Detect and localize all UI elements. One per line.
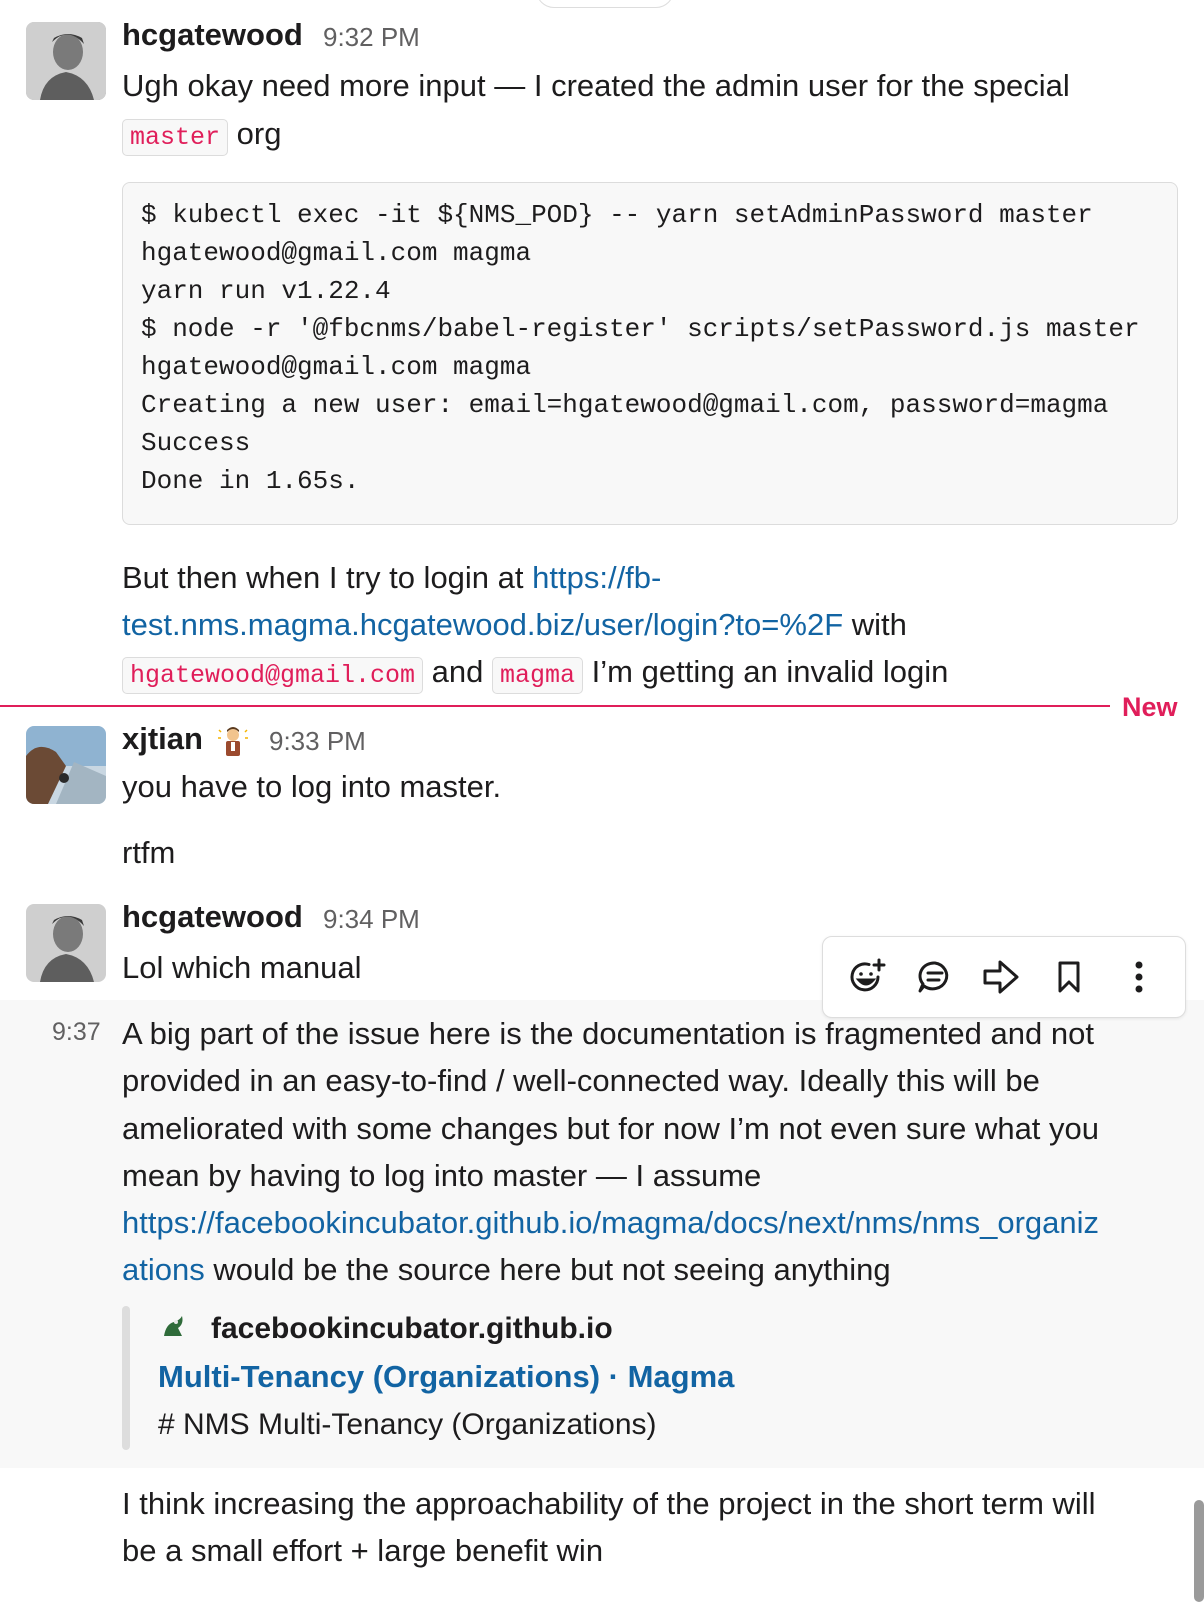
more-actions-icon[interactable]: [1119, 957, 1159, 997]
unfurl-description: # NMS Multi-Tenancy (Organizations): [158, 1408, 657, 1441]
message-text: hgatewood@gmail.com and magma I’m gettin…: [122, 648, 948, 700]
reply-in-thread-icon[interactable]: [915, 957, 955, 997]
message-text-fragment: with: [843, 607, 907, 642]
site-favicon-icon: [160, 1314, 186, 1340]
avatar[interactable]: [26, 726, 106, 804]
code-block: $ kubectl exec -it ${NMS_POD} -- yarn se…: [122, 182, 1178, 525]
timestamp[interactable]: 9:34 PM: [323, 900, 420, 938]
code-line: $ kubectl exec -it ${NMS_POD} -- yarn se…: [141, 200, 1093, 230]
login-link[interactable]: test.nms.magma.hcgatewood.biz/user/login…: [122, 607, 843, 642]
code-line: Success: [141, 428, 251, 458]
scrollbar-thumb[interactable]: [1194, 1500, 1204, 1602]
message-text: you have to log into master.: [122, 769, 502, 804]
message-text-fragment: would be the source here but not seeing …: [204, 1252, 891, 1287]
code-line: yarn run v1.22.4: [141, 276, 391, 306]
code-line: hgatewood@gmail.com magma: [141, 352, 532, 382]
code-line: hgatewood@gmail.com magma: [141, 238, 532, 268]
inline-code: hgatewood@gmail.com: [122, 657, 424, 694]
message-text: mean by having to log into master — I as…: [122, 1158, 762, 1193]
message-text: But then when I try to login at https://…: [122, 554, 661, 602]
new-messages-divider: [0, 705, 1110, 707]
message-text: Ugh okay need more input — I created the…: [122, 68, 1070, 103]
message-text-fragment: org: [236, 116, 282, 151]
message-text: Lol which manual: [122, 950, 362, 985]
inline-code: magma: [492, 657, 584, 694]
unfurl-site-name: facebookincubator.github.io: [211, 1312, 613, 1345]
inline-code: master: [122, 119, 229, 156]
username[interactable]: xjtian: [122, 720, 203, 758]
timestamp[interactable]: 9:33 PM: [269, 722, 366, 760]
bookmark-icon[interactable]: [1049, 957, 1089, 997]
message-text: https://facebookincubator.github.io/magm…: [122, 1199, 1099, 1247]
share-message-icon[interactable]: [981, 957, 1021, 997]
avatar[interactable]: [26, 22, 106, 100]
timestamp[interactable]: 9:37: [52, 1013, 101, 1051]
message-text-fragment: I’m getting an invalid login: [591, 654, 949, 689]
message-text: I think increasing the approachability o…: [122, 1486, 1096, 1521]
docs-link[interactable]: https://facebookincubator.github.io/magm…: [122, 1205, 1099, 1240]
message-text: provided in an easy-to-find / well-conne…: [122, 1063, 1040, 1098]
new-messages-label: New: [1122, 692, 1178, 722]
code-line: Creating a new user: email=hgatewood@gma…: [141, 390, 1109, 420]
docs-link[interactable]: ations: [122, 1252, 205, 1287]
avatar[interactable]: [26, 904, 106, 982]
message-text: ameliorated with some changes but for no…: [122, 1111, 1100, 1146]
jump-pill: [536, 0, 674, 8]
message-text: test.nms.magma.hcgatewood.biz/user/login…: [122, 601, 907, 649]
message-text-fragment: But then when I try to login at: [122, 560, 533, 595]
username[interactable]: hcgatewood: [122, 16, 303, 54]
message-text: master org: [122, 110, 281, 162]
code-line: Done in 1.65s.: [141, 466, 360, 496]
message-text: ations would be the source here but not …: [122, 1246, 891, 1294]
message-text: rtfm: [122, 835, 176, 870]
message-text-fragment: and: [431, 654, 484, 689]
username[interactable]: hcgatewood: [122, 898, 303, 936]
status-emoji-icon[interactable]: [216, 724, 250, 758]
add-reaction-icon[interactable]: [847, 957, 887, 997]
message-text: be a small effort + large benefit win: [122, 1533, 604, 1568]
unfurl-quote-bar: [122, 1306, 130, 1450]
code-line: $ node -r '@fbcnms/babel-register' scrip…: [141, 314, 1140, 344]
unfurl-title-link[interactable]: Multi-Tenancy (Organizations) · Magma: [158, 1357, 734, 1397]
message-actions-toolbar: [822, 936, 1186, 1018]
timestamp[interactable]: 9:32 PM: [323, 18, 420, 56]
login-link[interactable]: https://fb-: [532, 560, 661, 595]
